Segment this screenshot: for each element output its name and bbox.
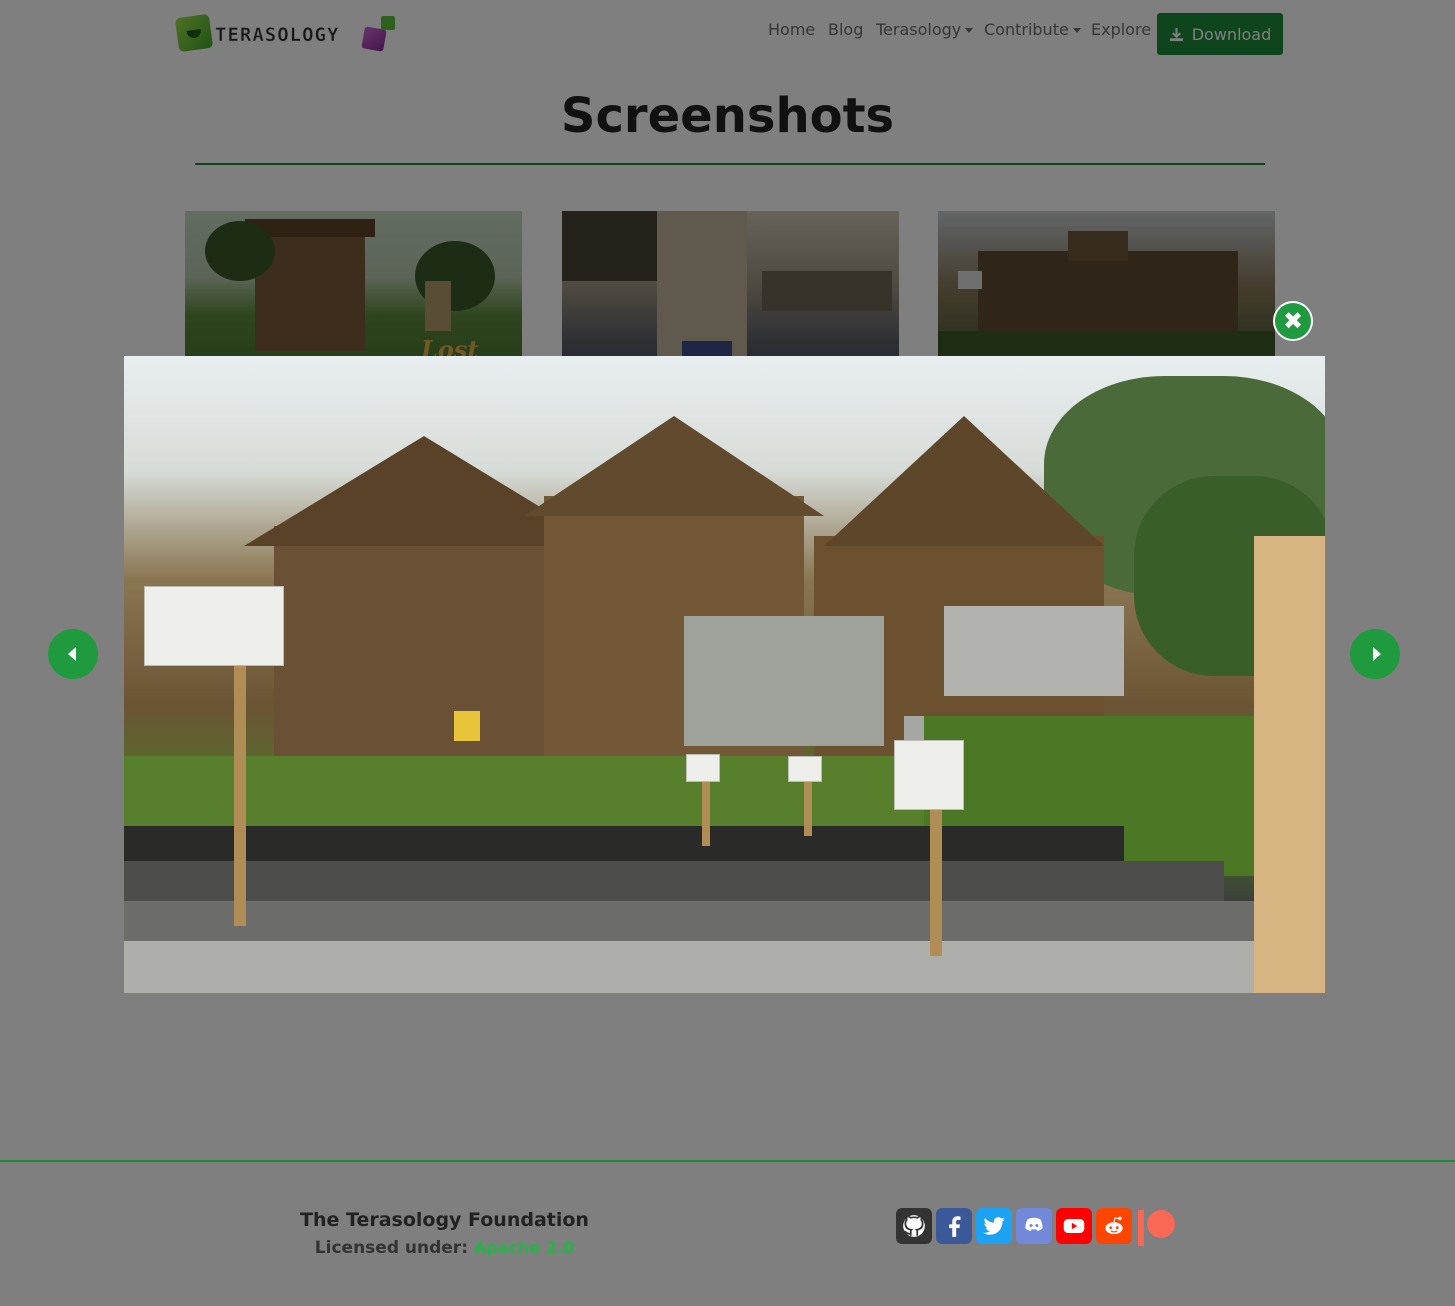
footer-foundation: The Terasology Foundation xyxy=(300,1209,589,1231)
caret-left-icon xyxy=(68,647,76,661)
close-icon[interactable]: ✖ xyxy=(1273,301,1313,341)
youtube-icon[interactable] xyxy=(1056,1208,1092,1244)
footer-divider xyxy=(0,1160,1455,1162)
next-image-button[interactable] xyxy=(1350,629,1400,679)
reddit-icon[interactable] xyxy=(1096,1208,1132,1244)
patreon-icon[interactable] xyxy=(1136,1208,1178,1248)
lightbox-screenshot xyxy=(124,356,1325,993)
license-link[interactable]: Apache 2.0 xyxy=(474,1238,574,1257)
social-links xyxy=(896,1208,1178,1248)
facebook-icon[interactable] xyxy=(936,1208,972,1244)
twitter-icon[interactable] xyxy=(976,1208,1012,1244)
caret-right-icon xyxy=(1372,647,1381,661)
footer-license: Licensed under: Apache 2.0 xyxy=(0,1238,889,1258)
discord-icon[interactable] xyxy=(1016,1208,1052,1244)
license-label: Licensed under: xyxy=(314,1238,468,1258)
previous-image-button[interactable] xyxy=(48,629,98,679)
github-icon[interactable] xyxy=(896,1208,932,1244)
